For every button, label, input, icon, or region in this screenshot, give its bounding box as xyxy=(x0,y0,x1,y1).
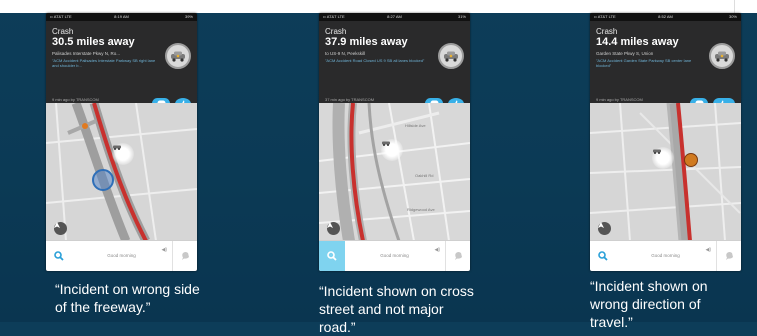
caption-line: road.” xyxy=(319,319,356,335)
caption-2: “Incident shown on cross street and not … xyxy=(319,282,474,336)
search-button[interactable] xyxy=(46,241,72,271)
phone-screenshot-3: •• AT&T LTE 8:52 AM 30% Crash 14.4 miles… xyxy=(590,13,741,271)
waze-mascot-button[interactable] xyxy=(716,241,741,271)
crash-car-icon xyxy=(709,43,735,69)
incident-distance: 30.5 miles away xyxy=(52,36,135,48)
bottom-bar: Good morning ◀) xyxy=(319,240,470,271)
hazard-marker xyxy=(684,153,698,167)
incident-marker[interactable] xyxy=(381,139,403,161)
battery-label: 30% xyxy=(728,14,737,19)
incident-marker[interactable] xyxy=(652,147,674,169)
incident-reported: 9 min ago by TRANSCOM xyxy=(596,97,643,102)
waze-mascot-icon xyxy=(454,252,462,260)
status-bar: •• AT&T LTE 8:27 AM 31% xyxy=(319,13,470,21)
search-icon xyxy=(54,251,64,261)
speaker-icon[interactable]: ◀) xyxy=(705,247,711,253)
crash-car-icon xyxy=(653,149,661,154)
map-street-label: Ridgewood Ave xyxy=(407,207,435,212)
incident-reported: 37 min ago by TRANSCOM xyxy=(325,97,375,102)
navigation-arrow-icon xyxy=(598,222,604,228)
incident-card[interactable]: Crash 37.9 miles away to US-9 N, Peekski… xyxy=(319,21,470,110)
clock-label: 8:27 AM xyxy=(387,14,402,19)
recenter-button[interactable] xyxy=(327,222,340,235)
waze-mascot-icon xyxy=(181,252,189,260)
caption-line: street and not major xyxy=(319,301,444,317)
waze-mascot-button[interactable] xyxy=(445,241,470,271)
phone-screenshot-2: •• AT&T LTE 8:27 AM 31% Crash 37.9 miles… xyxy=(319,13,470,271)
greeting-text: Good morning xyxy=(107,253,136,258)
search-icon xyxy=(327,251,337,261)
crash-car-icon xyxy=(382,141,390,146)
map-view[interactable]: Hillside Ave Oakhill Rd Ridgewood Ave xyxy=(319,103,470,241)
incident-road: Garden State Pkwy S, Union xyxy=(596,51,654,56)
search-icon xyxy=(598,251,608,261)
caption-line: “Incident shown on xyxy=(590,278,708,294)
clock-label: 8:52 AM xyxy=(658,14,673,19)
incident-type: Crash xyxy=(325,27,347,36)
greeting-text: Good morning xyxy=(380,253,409,258)
incident-card[interactable]: Crash 30.5 miles away Palisades Intersta… xyxy=(46,21,197,110)
waze-mascot-button[interactable] xyxy=(172,241,197,271)
battery-label: 39% xyxy=(184,14,193,19)
navigation-arrow-icon xyxy=(327,222,333,228)
hazard-marker xyxy=(82,123,88,129)
search-button[interactable] xyxy=(590,241,616,271)
speaker-icon[interactable]: ◀) xyxy=(161,247,167,253)
incident-type: Crash xyxy=(596,27,618,36)
incident-type: Crash xyxy=(52,27,74,36)
incident-distance: 37.9 miles away xyxy=(325,36,408,48)
slide-corner-mark xyxy=(734,0,757,13)
incident-marker[interactable] xyxy=(112,143,134,165)
incident-distance: 14.4 miles away xyxy=(596,36,679,48)
status-bar: •• AT&T LTE 8:19 AM 39% xyxy=(46,13,197,21)
map-view[interactable] xyxy=(590,103,741,241)
status-bar: •• AT&T LTE 8:52 AM 30% xyxy=(590,13,741,21)
caption-line: travel.” xyxy=(590,314,633,330)
speaker-icon[interactable]: ◀) xyxy=(434,247,440,253)
incident-reported: 9 min ago by TRANSCOM xyxy=(52,97,99,102)
search-button[interactable] xyxy=(319,241,345,271)
greeting-text: Good morning xyxy=(651,253,680,258)
crash-car-icon xyxy=(438,43,464,69)
waze-mascot-icon xyxy=(725,252,733,260)
caption-line: wrong direction of xyxy=(590,296,701,312)
bottom-bar: Good morning ◀) xyxy=(590,240,741,271)
incident-road: Palisades Interstate Pkwy N, Ro... xyxy=(52,51,121,56)
caption-1: “Incident on wrong side of the freeway.” xyxy=(55,280,200,316)
navigation-arrow-icon xyxy=(54,222,60,228)
map-view[interactable] xyxy=(46,103,197,241)
slide-top-strip xyxy=(0,0,757,13)
recenter-button[interactable] xyxy=(54,222,67,235)
caption-3: “Incident shown on wrong direction of tr… xyxy=(590,277,708,331)
map-street-label: Oakhill Rd xyxy=(415,173,434,178)
crash-car-icon xyxy=(113,145,121,150)
battery-label: 31% xyxy=(457,14,466,19)
incident-description: "ACM Accident Garden State Parkway SB ce… xyxy=(596,58,692,68)
bottom-bar: Good morning ◀) xyxy=(46,240,197,271)
caption-line: of the freeway.” xyxy=(55,299,151,315)
incident-description: "ACM Accident Palisades Interstate Parkw… xyxy=(52,58,156,68)
incident-description: "ACM Accident Road Closed US 9 SB all la… xyxy=(325,58,425,63)
crash-car-icon xyxy=(165,43,191,69)
caption-line: “Incident on wrong side xyxy=(55,281,200,297)
clock-label: 8:19 AM xyxy=(114,14,129,19)
recenter-button[interactable] xyxy=(598,222,611,235)
user-location-marker xyxy=(92,169,114,191)
incident-card[interactable]: Crash 14.4 miles away Garden State Pkwy … xyxy=(590,21,741,110)
map-street-label: Hillside Ave xyxy=(405,123,426,128)
phone-screenshot-1: •• AT&T LTE 8:19 AM 39% Crash 30.5 miles… xyxy=(46,13,197,271)
caption-line: “Incident shown on cross xyxy=(319,283,474,299)
incident-road: to US-9 N, Peekskill xyxy=(325,51,366,56)
